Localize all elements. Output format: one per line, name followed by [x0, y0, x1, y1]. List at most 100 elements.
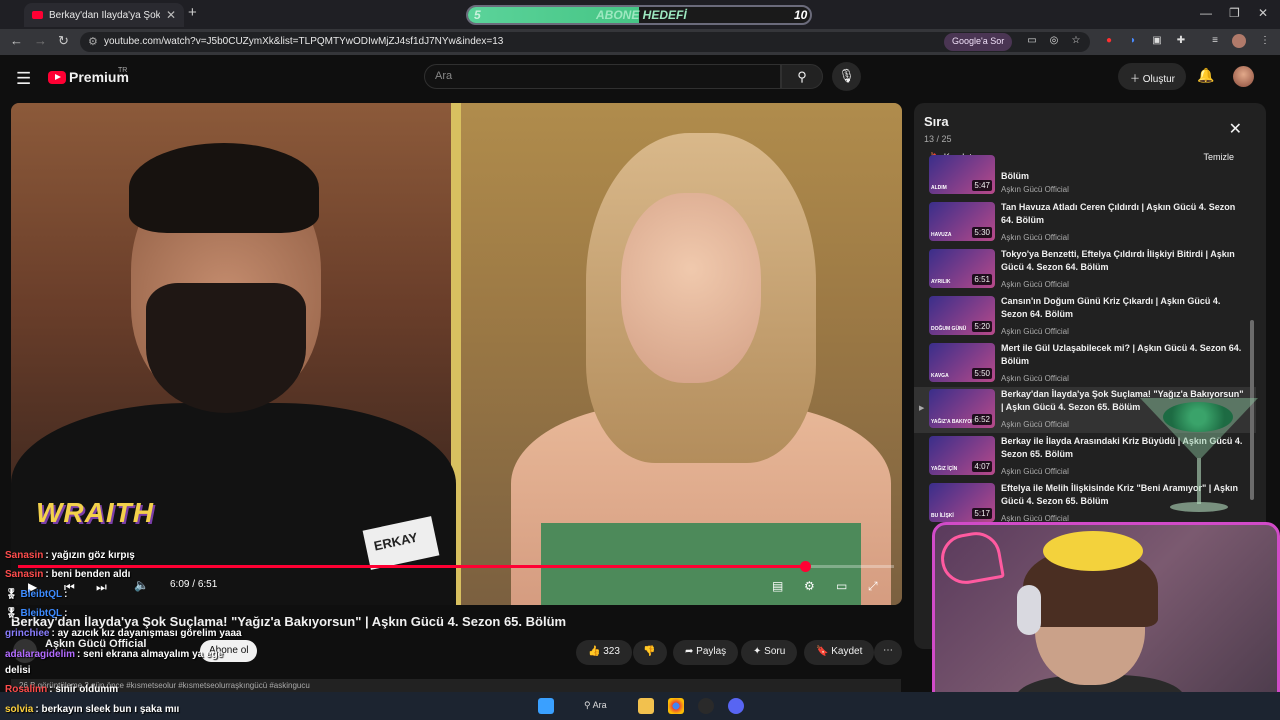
martini-stem [1197, 458, 1201, 504]
restore-icon[interactable]: ❐ [1229, 6, 1240, 20]
bookmark-icon: 🔖 [816, 646, 829, 657]
chat-message: Sanasin: beni benden aldı [5, 569, 130, 580]
more-actions-button[interactable]: ⋯ [874, 640, 902, 665]
save-button[interactable]: 🔖 Kaydet [804, 640, 875, 665]
thumb-duration: 5:20 [972, 321, 992, 332]
queue-thumbnail: ALDIM 5:47 [929, 155, 995, 194]
thumb-duration: 6:52 [972, 414, 992, 425]
thumb-tag: BU İLİŞKİ [931, 513, 954, 519]
queue-item[interactable]: DOĞUM GÜNÜ 5:20 Cansın'ın Doğum Günü Kriz… [914, 294, 1256, 340]
chat-text: : [64, 589, 68, 600]
extensions-puzzle-icon[interactable]: ✚ [1174, 34, 1188, 48]
forward-icon[interactable]: → [34, 33, 47, 48]
voice-search-button[interactable]: 🎙 [832, 62, 861, 91]
share-icon: ➦ [685, 646, 694, 657]
minimize-icon[interactable]: — [1200, 6, 1212, 20]
video-scrubber-knob[interactable] [799, 561, 811, 572]
queue-item[interactable]: KAVGA 5:50 Mert ile Gül Uzlaşabilecek mi?… [914, 341, 1256, 387]
queue-clear-button[interactable]: Temizle [1203, 152, 1234, 162]
taskbar-search-label: Ara [592, 700, 607, 710]
app-icon[interactable] [698, 698, 714, 714]
share-button[interactable]: ➦ Paylaş [673, 640, 739, 665]
description-box[interactable]: 26 B görüntüleme 2 gün önce #kısmetseolu… [11, 679, 901, 693]
search-input[interactable]: Ara [424, 64, 781, 89]
headphones [1017, 585, 1041, 635]
video-progress-bar[interactable] [18, 561, 894, 572]
extension-red-icon[interactable]: ● [1102, 34, 1116, 48]
queue-item-title: Tokyo'ya Benzetti, Eftelya Çıldırdı İliş… [1001, 249, 1235, 272]
goal-target: 10 [794, 8, 808, 22]
profile-avatar-icon[interactable] [1232, 34, 1246, 48]
thumb-tag: HAVUZA [931, 232, 952, 238]
video-title: Berkay'dan İlayda'ya Şok Suçlama! "Yağız… [11, 614, 567, 629]
taskbar-search[interactable]: ⚲ Ara [578, 697, 628, 715]
tab-close-icon[interactable]: ✕ [166, 8, 176, 22]
reload-icon[interactable]: ↻ [58, 33, 69, 49]
thumbs-up-icon: 👍 [588, 646, 601, 657]
address-toolbar: ← → ↻ ⚙ youtube.com/watch?v=J5b0CUZymXk&… [0, 29, 1280, 55]
queue-item[interactable]: AYRILIK 6:51 Tokyo'ya Benzetti, Eftelya Ç… [914, 247, 1256, 293]
queue-thumbnail: BU İLİŞKİ 5:17 [929, 483, 995, 522]
sparkle-icon: ✦ [753, 646, 762, 657]
google-ask-button[interactable]: Google'a Sor [944, 33, 1013, 51]
youtube-logo-icon[interactable] [48, 71, 66, 84]
hide-icon[interactable]: ◎ [1047, 34, 1061, 48]
extension-translate-icon[interactable]: ◗ [1126, 34, 1140, 48]
queue-item[interactable]: HAVUZA 5:30 Tan Havuza Atladı Ceren Çıldı… [914, 200, 1256, 246]
windows-taskbar [0, 692, 1280, 720]
now-playing-icon: ▶ [919, 405, 925, 412]
tab-list-icon[interactable]: ≡ [1208, 34, 1222, 48]
back-icon[interactable]: ← [10, 33, 23, 48]
file-explorer-icon[interactable] [638, 698, 654, 714]
ask-button[interactable]: ✦ Soru [741, 640, 798, 665]
man-beard [146, 283, 306, 413]
menu-icon[interactable]: ☰ [16, 69, 31, 89]
discord-icon[interactable] [728, 698, 744, 714]
chat-text: : beni benden aldı [45, 569, 131, 580]
create-button[interactable]: ＋ Oluştur [1118, 63, 1186, 90]
pikachu-hat [1043, 531, 1143, 571]
goal-label: ABONE HEDEFİ [596, 8, 687, 22]
duration: 6:51 [197, 579, 218, 590]
cast-icon[interactable]: ▭ [1025, 34, 1039, 48]
browser-menu-icon[interactable]: ⋮ [1258, 34, 1272, 48]
queue-item-channel: Aşkın Gücü Official [1001, 420, 1069, 429]
subtitles-icon[interactable]: ▤ [772, 579, 783, 593]
chrome-icon[interactable] [668, 698, 684, 714]
chat-text: : [64, 608, 68, 619]
next-icon[interactable]: ⏭ [96, 580, 107, 595]
bookmark-star-icon[interactable]: ☆ [1069, 34, 1083, 48]
settings-gear-icon[interactable]: ⚙ [804, 579, 815, 593]
volume-icon[interactable]: 🔈 [134, 578, 149, 592]
chat-message: Sanasin: yağızın göz kırpış [5, 550, 135, 561]
woman-face [621, 193, 761, 383]
current-time: 6:09 [170, 579, 190, 590]
url-field[interactable]: ⚙ youtube.com/watch?v=J5b0CUZymXk&list=T… [80, 32, 1090, 52]
queue-item-title: Bölüm [1001, 171, 1029, 181]
queue-item[interactable]: ALDIM 5:47 Bölüm Aşkın Gücü Official [914, 155, 1256, 197]
create-label: Oluştur [1142, 74, 1176, 85]
search-icon: ⚲ [584, 700, 591, 710]
queue-position: 13 / 25 [924, 134, 952, 144]
close-window-icon[interactable]: ✕ [1258, 6, 1268, 20]
queue-scrollbar[interactable] [1250, 320, 1254, 500]
notifications-bell-icon[interactable]: 🔔 [1197, 67, 1214, 84]
youtube-favicon-icon [32, 11, 43, 19]
chat-text: delisi [5, 665, 31, 676]
video-player[interactable]: ERKAY [11, 103, 902, 605]
close-queue-icon[interactable]: ✕ [1229, 119, 1242, 139]
theater-mode-icon[interactable]: ▭ [836, 579, 847, 593]
dislike-button[interactable]: 👎 [633, 640, 667, 665]
extension-icon[interactable]: ▣ [1150, 34, 1164, 48]
thumb-duration: 5:50 [972, 368, 992, 379]
browser-tab-active[interactable]: Berkay'dan İlayda'ya Şok Suçlama! "Yağız… [24, 3, 184, 27]
windows-start-icon[interactable] [538, 698, 554, 714]
account-avatar[interactable] [1233, 66, 1254, 87]
like-button[interactable]: 👍 323 [576, 640, 632, 665]
thumb-duration: 5:17 [972, 508, 992, 519]
new-tab-icon[interactable]: + [188, 4, 197, 21]
site-info-icon[interactable]: ⚙ [88, 35, 98, 48]
chat-text: : yağızın göz kırpış [45, 550, 135, 561]
fullscreen-icon[interactable]: ⤢ [868, 579, 878, 594]
search-button[interactable]: ⚲ [781, 64, 823, 89]
